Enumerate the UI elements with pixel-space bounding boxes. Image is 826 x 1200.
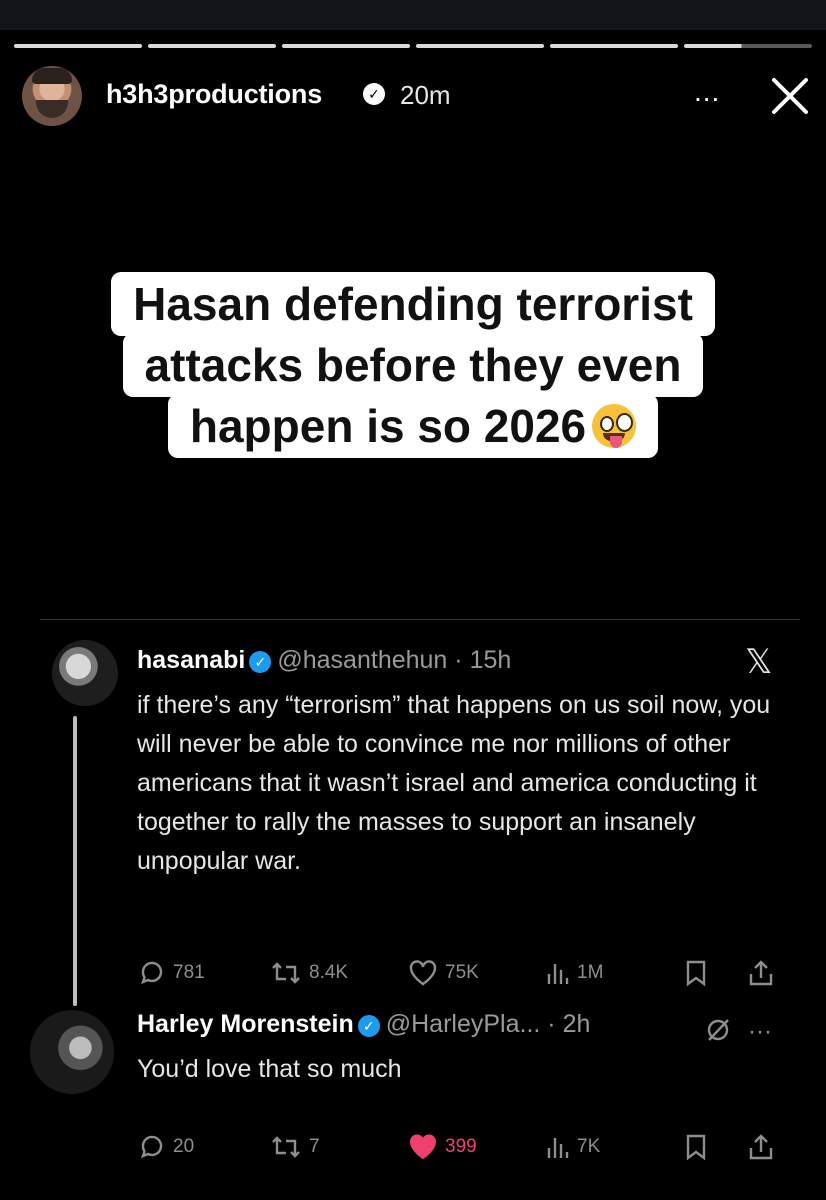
dot-separator: · <box>447 646 470 674</box>
dot-separator: · <box>540 1010 563 1038</box>
share-icon[interactable] <box>747 958 775 988</box>
like-button[interactable]: 399 <box>407 1130 477 1164</box>
tweet-author-handle[interactable]: @HarleyPla... <box>386 1010 541 1038</box>
avatar[interactable] <box>52 640 118 706</box>
heart-filled-icon <box>410 1134 436 1160</box>
views-count: 7K <box>577 1136 601 1157</box>
x-logo-icon: 𝕏 <box>745 642 773 682</box>
more-options-icon[interactable]: ··· <box>748 1018 772 1046</box>
caption-line-text: happen is so 2026 <box>189 400 587 452</box>
views-icon <box>547 964 569 984</box>
tweet-author-name[interactable]: Harley Morenstein <box>137 1010 354 1038</box>
progress-segment <box>416 44 544 48</box>
progress-segment <box>14 44 142 48</box>
views-count: 1M <box>577 962 604 983</box>
reply-count: 20 <box>173 1136 195 1157</box>
story-caption: Hasan defending terrorist attacks before… <box>0 272 826 458</box>
divider <box>40 619 800 620</box>
retweet-icon <box>272 1136 300 1158</box>
progress-segment <box>282 44 410 48</box>
bookmark-icon[interactable] <box>683 958 709 988</box>
caption-line-last: happen is so 2026 <box>167 394 659 458</box>
reply-button[interactable]: 781 <box>137 956 205 990</box>
tweet-header: Harley Morenstein ✓ @HarleyPla... · 2h <box>137 1010 590 1039</box>
tweet-actions: 20 7 399 7K <box>137 1130 787 1164</box>
tweet-text: You’d love that so much <box>137 1055 402 1083</box>
caption-line: attacks before they even <box>122 333 704 397</box>
bookmark-icon[interactable] <box>683 1132 709 1162</box>
tweet-header: hasanabi ✓ @hasanthehun · 15h <box>137 646 511 675</box>
tweet-actions: 781 8.4K 75K 1M <box>137 956 787 990</box>
retweet-count: 7 <box>309 1136 320 1157</box>
retweet-button[interactable]: 7 <box>269 1130 320 1164</box>
reply-button[interactable]: 20 <box>137 1130 194 1164</box>
grok-icon[interactable] <box>704 1016 732 1044</box>
avatar[interactable] <box>30 1010 114 1094</box>
tweet-text: if there’s any “terrorism” that happens … <box>137 691 771 875</box>
avatar[interactable] <box>22 66 82 126</box>
thread-line <box>73 716 77 1006</box>
reply-icon <box>141 1135 163 1159</box>
story-progress-bar <box>14 44 812 48</box>
like-button[interactable]: 75K <box>407 956 479 990</box>
verified-badge-icon: ✓ <box>363 83 385 105</box>
story-viewer: h3h3productions ✓ 20m ... Hasan defendin… <box>0 30 826 1200</box>
verified-badge-icon: ✓ <box>357 1015 380 1037</box>
retweet-count: 8.4K <box>309 962 349 983</box>
reply-icon <box>141 961 163 985</box>
verified-badge-icon: ✓ <box>249 651 272 673</box>
story-header: h3h3productions ✓ 20m ... <box>22 66 812 126</box>
like-count: 399 <box>445 1136 477 1157</box>
heart-icon <box>409 960 437 986</box>
retweet-icon <box>272 962 300 984</box>
like-count: 75K <box>445 962 479 983</box>
tweet-author-name[interactable]: hasanabi <box>137 646 245 674</box>
views-icon <box>547 1138 569 1158</box>
retweet-button[interactable]: 8.4K <box>269 956 348 990</box>
progress-segment-current <box>684 44 812 48</box>
tweet-time: 2h <box>562 1010 591 1038</box>
reply-count: 781 <box>173 962 205 983</box>
story-time: 20m <box>400 80 451 110</box>
caption-line: Hasan defending terrorist <box>111 272 715 336</box>
story-username[interactable]: h3h3productions <box>106 79 322 110</box>
views-button[interactable]: 7K <box>545 1130 600 1164</box>
tweet-time: 15h <box>469 646 512 674</box>
more-options-icon[interactable]: ... <box>694 76 720 108</box>
views-button[interactable]: 1M <box>545 956 603 990</box>
progress-segment <box>550 44 678 48</box>
tweet-author-handle[interactable]: @hasanthehun <box>277 646 447 674</box>
share-icon[interactable] <box>747 1132 775 1162</box>
progress-segment <box>148 44 276 48</box>
zany-face-emoji-icon <box>592 404 637 448</box>
close-icon[interactable] <box>766 72 814 120</box>
status-bar-area <box>0 0 826 30</box>
